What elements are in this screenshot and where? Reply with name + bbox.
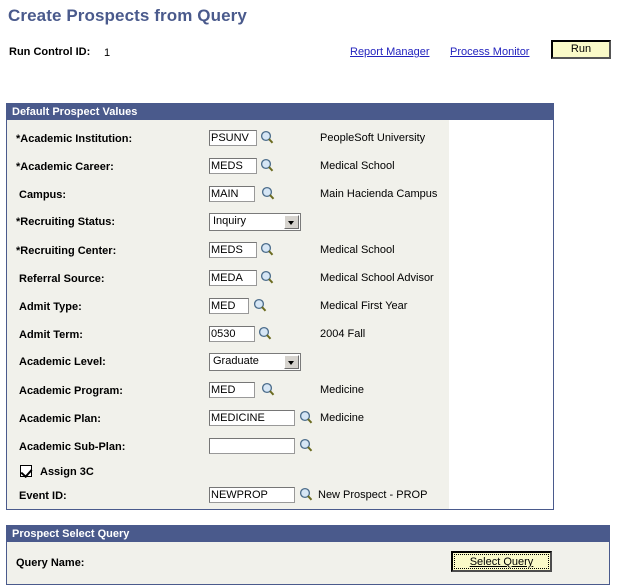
- dropdown-recruiting-status[interactable]: Inquiry: [209, 213, 301, 231]
- magnifier-icon[interactable]: [299, 487, 313, 502]
- desc-academic-plan: Medicine: [320, 412, 365, 424]
- default-prospect-values-panel: Default Prospect Values *Academic Instit…: [6, 103, 554, 510]
- page-title: Create Prospects from Query: [8, 6, 247, 25]
- magnifier-icon[interactable]: [260, 270, 274, 285]
- input-admit-type[interactable]: [209, 298, 249, 314]
- magnifier-icon[interactable]: [299, 410, 313, 425]
- label-academic-sub-plan: Academic Sub-Plan:: [19, 441, 126, 453]
- label-campus: Campus:: [19, 189, 67, 201]
- magnifier-icon[interactable]: [261, 186, 275, 201]
- run-control-id-value: 1: [104, 47, 111, 59]
- chevron-down-icon[interactable]: [284, 355, 299, 369]
- magnifier-icon[interactable]: [261, 382, 275, 397]
- default-prospect-values-body: *Academic Institution: PeopleSoft Univer…: [7, 120, 553, 509]
- desc-admit-type: Medical First Year: [320, 300, 408, 312]
- label-assign-3c: Assign 3C: [40, 466, 94, 478]
- run-control-id-label: Run Control ID:: [9, 46, 91, 58]
- label-recruiting-center: *Recruiting Center:: [16, 245, 117, 257]
- desc-recruiting-center: Medical School: [320, 244, 395, 256]
- desc-academic-career: Medical School: [320, 160, 395, 172]
- field-row-academic-level: Academic Level: Graduate: [7, 353, 555, 375]
- label-academic-program: Academic Program:: [19, 385, 123, 397]
- input-academic-program[interactable]: [209, 382, 255, 398]
- label-admit-type: Admit Type:: [19, 301, 82, 313]
- process-monitor-link[interactable]: Process Monitor: [450, 46, 529, 58]
- input-academic-career[interactable]: [209, 158, 257, 174]
- magnifier-icon[interactable]: [260, 158, 274, 173]
- magnifier-icon[interactable]: [260, 242, 274, 257]
- input-academic-sub-plan[interactable]: [209, 438, 295, 454]
- field-row-campus: Campus: Main Hacienda Campus: [7, 186, 555, 208]
- prospect-select-query-header: Prospect Select Query: [7, 526, 609, 542]
- field-row-recruiting-center: *Recruiting Center: Medical School: [7, 242, 555, 264]
- label-admit-term: Admit Term:: [19, 329, 83, 341]
- desc-admit-term: 2004 Fall: [320, 328, 366, 340]
- report-manager-link[interactable]: Report Manager: [350, 46, 430, 58]
- label-academic-institution: *Academic Institution:: [16, 133, 133, 145]
- input-academic-plan[interactable]: [209, 410, 295, 426]
- select-query-button-label: Select Query: [454, 554, 549, 569]
- field-row-referral-source: Referral Source: Medical School Advisor: [7, 270, 555, 292]
- field-row-recruiting-status: *Recruiting Status: Inquiry: [7, 213, 555, 235]
- dropdown-recruiting-status-value: Inquiry: [213, 215, 247, 227]
- desc-academic-program: Medicine: [320, 384, 365, 396]
- chevron-down-icon[interactable]: [284, 215, 299, 229]
- input-admit-term[interactable]: [209, 326, 255, 342]
- input-event-id[interactable]: [209, 487, 295, 503]
- label-academic-career: *Academic Career:: [16, 161, 114, 173]
- input-recruiting-center[interactable]: [209, 242, 257, 258]
- field-row-academic-program: Academic Program: Medicine: [7, 382, 555, 404]
- default-prospect-values-header: Default Prospect Values: [7, 104, 553, 120]
- input-academic-institution[interactable]: [209, 130, 257, 146]
- field-row-academic-career: *Academic Career: Medical School: [7, 158, 555, 180]
- label-query-name: Query Name:: [16, 557, 85, 569]
- magnifier-icon[interactable]: [258, 326, 272, 341]
- field-row-academic-institution: *Academic Institution: PeopleSoft Univer…: [7, 130, 555, 152]
- field-row-admit-term: Admit Term: 2004 Fall: [7, 326, 555, 348]
- label-referral-source: Referral Source:: [19, 273, 105, 285]
- magnifier-icon[interactable]: [299, 438, 313, 453]
- label-academic-plan: Academic Plan:: [19, 413, 101, 425]
- run-control-row: Run Control ID: 1 Report Manager Process…: [0, 40, 619, 66]
- assign-3c-row: Assign 3C: [7, 464, 555, 482]
- label-academic-level: Academic Level:: [19, 356, 106, 368]
- magnifier-icon[interactable]: [253, 298, 267, 313]
- prospect-select-query-body: Query Name: Select Query: [7, 542, 609, 584]
- label-event-id: Event ID:: [19, 490, 67, 502]
- magnifier-icon[interactable]: [260, 130, 274, 145]
- prospect-select-query-panel: Prospect Select Query Query Name: Select…: [6, 525, 610, 585]
- run-button[interactable]: Run: [551, 40, 611, 59]
- field-row-admit-type: Admit Type: Medical First Year: [7, 298, 555, 320]
- field-row-academic-sub-plan: Academic Sub-Plan:: [7, 438, 555, 460]
- field-row-event-id: Event ID: New Prospect - PROP: [7, 487, 555, 509]
- field-row-academic-plan: Academic Plan: Medicine: [7, 410, 555, 432]
- desc-academic-institution: PeopleSoft University: [320, 132, 426, 144]
- label-recruiting-status: *Recruiting Status:: [16, 216, 116, 228]
- input-referral-source[interactable]: [209, 270, 257, 286]
- checkbox-assign-3c[interactable]: [20, 465, 32, 477]
- input-campus[interactable]: [209, 186, 255, 202]
- dropdown-academic-level-value: Graduate: [213, 355, 259, 367]
- desc-referral-source: Medical School Advisor: [320, 272, 434, 284]
- select-query-button[interactable]: Select Query: [451, 551, 552, 572]
- desc-event-id: New Prospect - PROP: [318, 489, 428, 501]
- desc-campus: Main Hacienda Campus: [320, 188, 438, 200]
- dropdown-academic-level[interactable]: Graduate: [209, 353, 301, 371]
